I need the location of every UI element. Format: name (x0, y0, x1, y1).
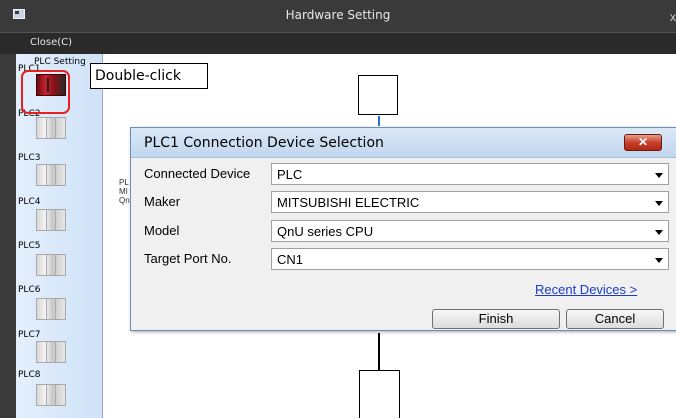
background-device-text: PL MI Qn (119, 178, 130, 205)
cancel-button[interactable]: Cancel (566, 309, 664, 329)
maker-value: MITSUBISHI ELECTRIC (277, 195, 420, 210)
window-close-icon[interactable]: x (670, 10, 676, 24)
sidebar-item-label: PLC3 (18, 153, 41, 163)
sidebar-item-label: PLC8 (18, 370, 41, 380)
plc3-gray-icon[interactable] (36, 164, 66, 186)
target-port-select[interactable]: CN1 (271, 248, 669, 270)
window-title-bar: Hardware Setting x (0, 0, 676, 32)
chevron-down-icon (655, 230, 663, 235)
dialog-title-bar: PLC1 Connection Device Selection ✕ (131, 128, 676, 158)
recent-devices-link[interactable]: Recent Devices > (535, 282, 637, 297)
sidebar-item-label: PLC7 (18, 330, 41, 340)
plc8-gray-icon[interactable] (36, 384, 66, 406)
connected-device-value: PLC (277, 167, 303, 182)
plc5-gray-icon[interactable] (36, 254, 66, 276)
maker-label: Maker (144, 194, 181, 209)
sidebar-item-label: PLC5 (18, 241, 41, 251)
sidebar-item-label: PLC4 (18, 197, 41, 207)
maker-row: Maker MITSUBISHI ELECTRIC (144, 191, 669, 213)
model-value: QnU series CPU (277, 224, 374, 239)
connector-line (378, 116, 380, 126)
dialog-close-icon[interactable]: ✕ (624, 134, 662, 151)
model-select[interactable]: QnU series CPU (271, 220, 669, 242)
window-left-border (0, 54, 16, 418)
maker-select[interactable]: MITSUBISHI ELECTRIC (271, 191, 669, 213)
dialog-title: PLC1 Connection Device Selection (144, 135, 384, 151)
chevron-down-icon (655, 201, 663, 206)
sidebar-item-label: PLC6 (18, 285, 41, 295)
sidebar-header: PLC Setting (34, 57, 86, 67)
plc2-gray-icon[interactable] (36, 117, 66, 139)
plc7-gray-icon[interactable] (36, 341, 66, 363)
plc4-gray-icon[interactable] (36, 209, 66, 231)
selection-highlight-ring (21, 70, 70, 114)
target-port-label: Target Port No. (144, 251, 232, 266)
chevron-down-icon (655, 258, 663, 263)
double-click-callout: Double-click (90, 63, 208, 89)
menu-bar: Close(C) (0, 32, 676, 54)
chevron-down-icon (655, 173, 663, 178)
canvas-node-bottom[interactable] (359, 370, 400, 418)
finish-button[interactable]: Finish (432, 309, 560, 329)
model-row: Model QnU series CPU (144, 220, 669, 242)
connected-device-row: Connected Device PLC (144, 163, 669, 185)
canvas-node-top[interactable] (358, 75, 398, 115)
connection-device-dialog: PLC1 Connection Device Selection ✕ Conne… (130, 127, 676, 331)
connected-device-select[interactable]: PLC (271, 163, 669, 185)
target-port-row: Target Port No. CN1 (144, 248, 669, 270)
connected-device-label: Connected Device (144, 166, 251, 181)
plc6-gray-icon[interactable] (36, 298, 66, 320)
connector-line (378, 333, 380, 370)
window-title: Hardware Setting (285, 8, 391, 22)
menu-close[interactable]: Close(C) (30, 37, 72, 48)
model-label: Model (144, 223, 180, 238)
target-port-value: CN1 (277, 252, 304, 267)
